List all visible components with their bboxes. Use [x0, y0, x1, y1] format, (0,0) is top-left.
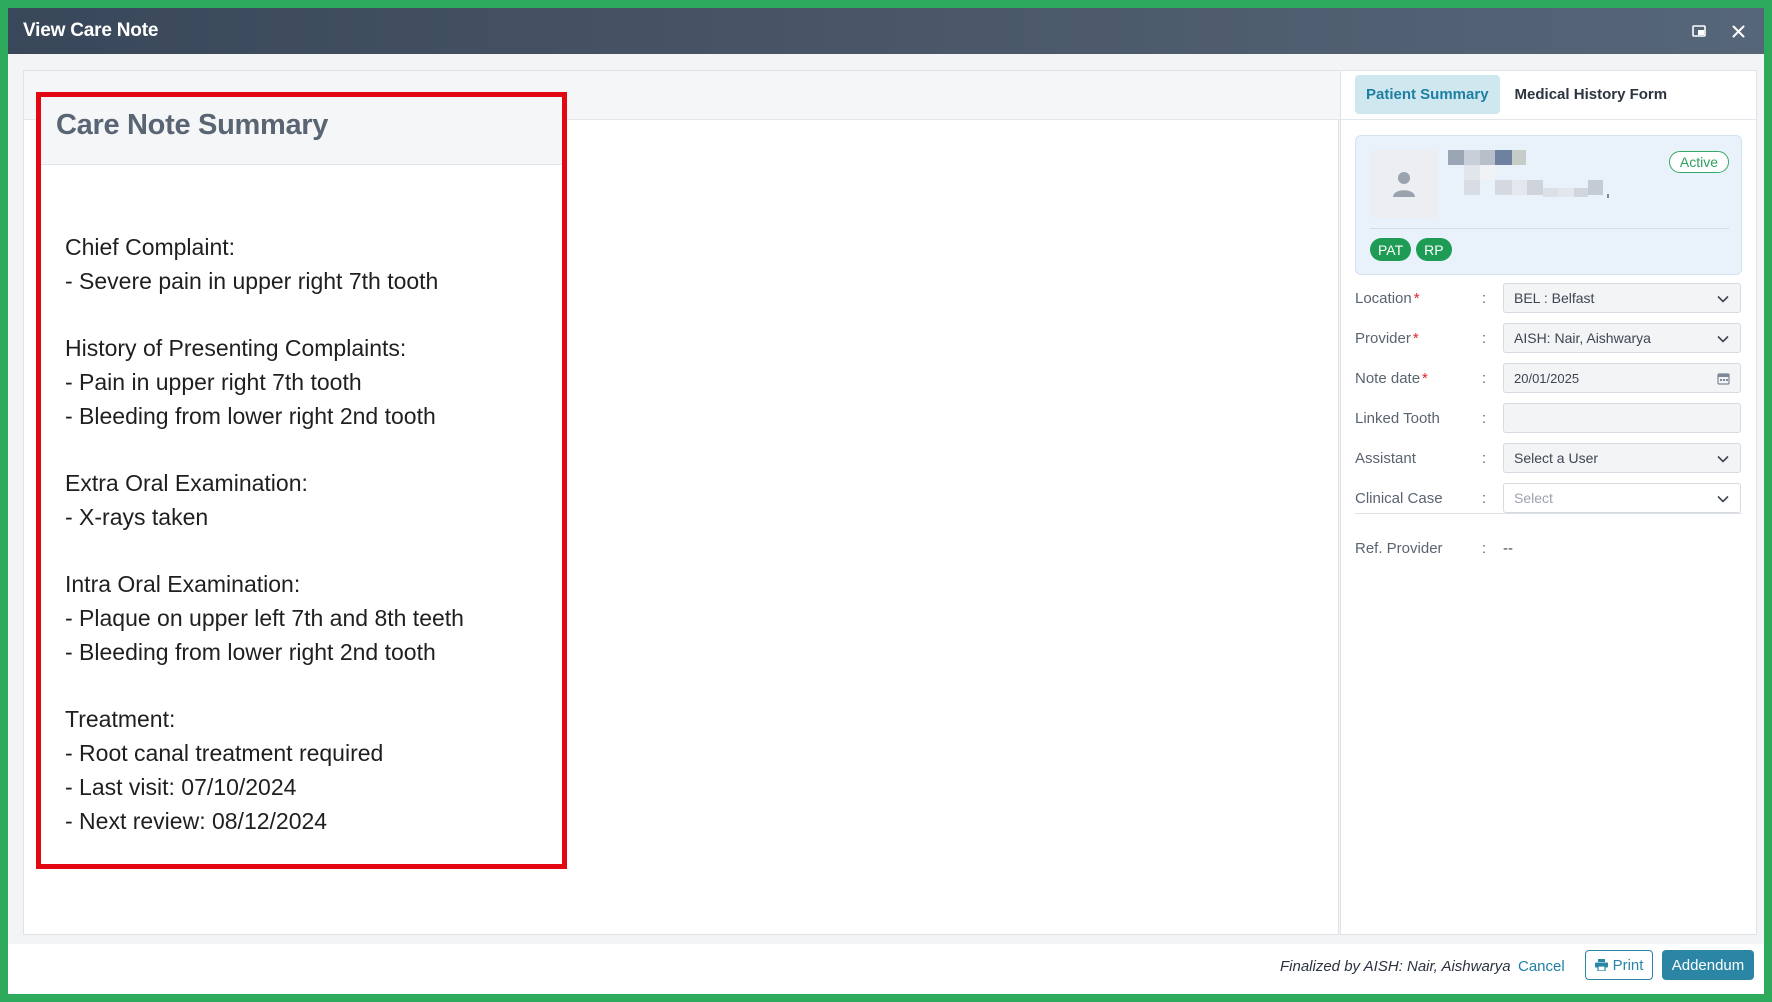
clinical-case-row: Clinical Case : Select	[1355, 483, 1742, 513]
summary-body: Chief Complaint: - Severe pain in upper r…	[65, 230, 545, 838]
patient-panel: Patient Summary Medical History Form Act…	[1340, 70, 1757, 935]
finalized-text: Finalized by AISH: Nair, Aishwarya	[1280, 958, 1511, 975]
dialog-content: Care Note Summary Chief Complaint: - Seve…	[8, 54, 1764, 944]
section-line: - Root canal treatment required	[65, 740, 384, 766]
chevron-down-icon	[1717, 495, 1729, 503]
window-title: View Care Note	[23, 20, 159, 41]
location-label: Location *	[1355, 289, 1420, 307]
dialog-footer: Finalized by AISH: Nair, Aishwarya Cance…	[8, 944, 1764, 994]
patient-name-redacted	[1448, 150, 1618, 206]
section-line: - Bleeding from lower right 2nd tooth	[65, 639, 436, 665]
calendar-icon	[1717, 373, 1730, 385]
note-date-row: Note date * : 20/01/2025	[1355, 363, 1742, 393]
care-note-summary-highlight: Care Note Summary Chief Complaint: - Seve…	[36, 92, 567, 869]
ref-provider-row: Ref. Provider : --	[1355, 539, 1513, 557]
section-line: - Pain in upper right 7th tooth	[65, 369, 362, 395]
section-heading: History of Presenting Complaints:	[65, 335, 407, 361]
linked-tooth-label: Linked Tooth	[1355, 409, 1440, 427]
section-line: - Severe pain in upper right 7th tooth	[65, 268, 439, 294]
note-date-label: Note date *	[1355, 369, 1428, 387]
assistant-row: Assistant : Select a User	[1355, 443, 1742, 473]
clinical-case-select[interactable]: Select	[1503, 483, 1741, 513]
section-heading: Intra Oral Examination:	[65, 571, 301, 597]
clinical-case-label: Clinical Case	[1355, 489, 1443, 507]
close-icon[interactable]	[1727, 20, 1749, 42]
linked-tooth-field[interactable]	[1503, 403, 1741, 433]
patient-tags: PAT RP	[1370, 238, 1452, 261]
summary-header: Care Note Summary	[41, 97, 562, 165]
print-button[interactable]: Print	[1585, 950, 1653, 980]
addendum-button[interactable]: Addendum	[1662, 950, 1754, 980]
ref-provider-value: --	[1503, 539, 1513, 557]
chevron-down-icon	[1717, 335, 1729, 343]
section-heading: Treatment:	[65, 706, 176, 732]
section-line: - Bleeding from lower right 2nd tooth	[65, 403, 436, 429]
right-tabs: Patient Summary Medical History Form	[1355, 75, 1678, 114]
provider-select[interactable]: AISH: Nair, Aishwarya	[1503, 323, 1741, 353]
assistant-label: Assistant	[1355, 449, 1416, 467]
title-bar: View Care Note	[8, 8, 1764, 54]
provider-row: Provider * : AISH: Nair, Aishwarya	[1355, 323, 1742, 353]
location-select[interactable]: BEL : Belfast	[1503, 283, 1741, 313]
chevron-down-icon	[1717, 455, 1729, 463]
tabs-divider	[1341, 119, 1756, 120]
assistant-select[interactable]: Select a User	[1503, 443, 1741, 473]
linked-tooth-row: Linked Tooth :	[1355, 403, 1742, 433]
patient-card: Active PAT RP	[1355, 135, 1742, 275]
section-line: - Next review: 08/12/2024	[65, 808, 328, 834]
provider-label: Provider *	[1355, 329, 1419, 347]
location-row: Location * : BEL : Belfast	[1355, 283, 1742, 313]
ref-provider-label: Ref. Provider	[1355, 539, 1443, 557]
summary-title: Care Note Summary	[56, 109, 329, 141]
care-note-panel: Care Note Summary Chief Complaint: - Seve…	[23, 70, 1340, 935]
status-badge: Active	[1668, 151, 1729, 173]
tag-rp: RP	[1416, 238, 1452, 261]
tag-pat: PAT	[1370, 238, 1412, 261]
restore-window-icon[interactable]	[1688, 20, 1710, 42]
section-line: - Plaque on upper left 7th and 8th teeth	[65, 605, 464, 631]
care-note-window: View Care Note Care Note Summary Chief C…	[8, 8, 1764, 994]
note-date-input[interactable]: 20/01/2025	[1503, 363, 1741, 393]
section-heading: Chief Complaint:	[65, 234, 236, 260]
chevron-down-icon	[1717, 295, 1729, 303]
section-line: - X-rays taken	[65, 504, 209, 530]
form-divider	[1355, 513, 1742, 514]
user-icon	[1370, 150, 1438, 218]
tab-patient-summary[interactable]: Patient Summary	[1355, 75, 1500, 114]
section-heading: Extra Oral Examination:	[65, 470, 308, 496]
tab-medical-history-form[interactable]: Medical History Form	[1504, 75, 1679, 114]
section-line: - Last visit: 07/10/2024	[65, 774, 297, 800]
cancel-button[interactable]: Cancel	[1518, 958, 1565, 975]
card-divider	[1370, 228, 1729, 229]
printer-icon	[1594, 959, 1608, 971]
